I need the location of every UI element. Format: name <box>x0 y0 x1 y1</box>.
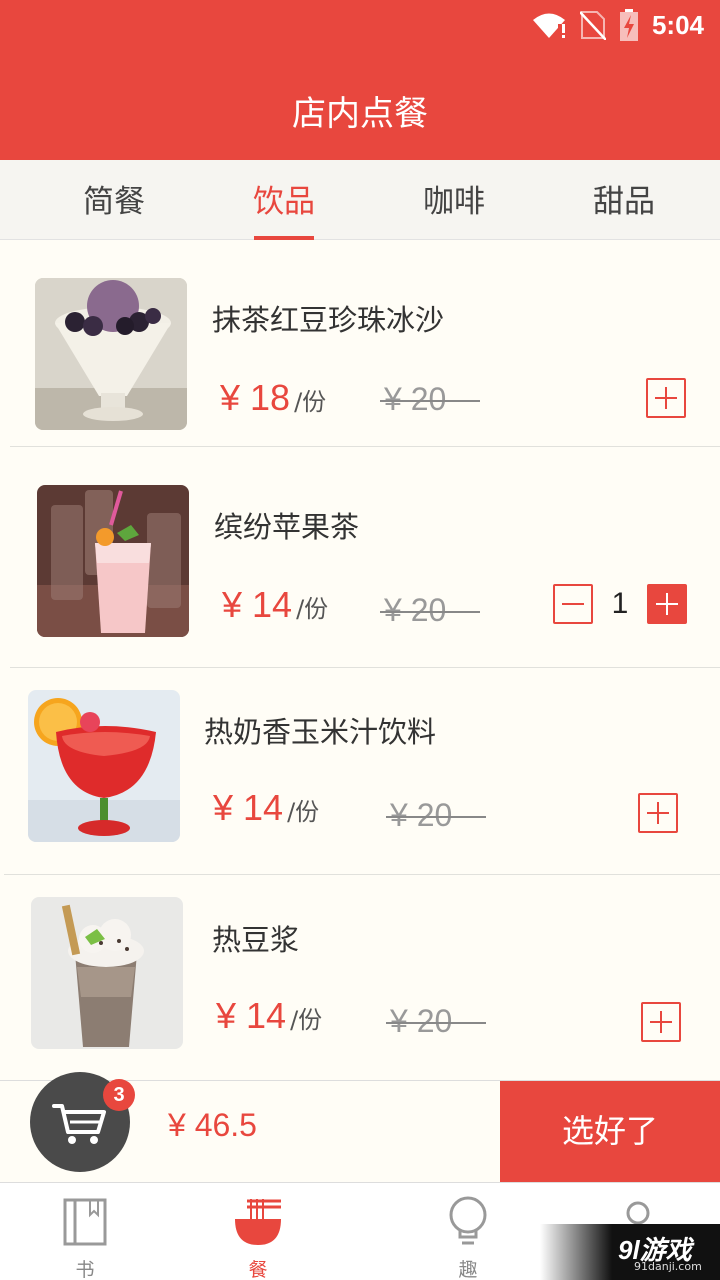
wifi-alert-icon <box>532 13 565 38</box>
list-item: 缤纷苹果茶 ¥ 14/份 ¥ 20 1 <box>0 462 720 668</box>
tab-label: 饮品 <box>253 184 315 220</box>
nav-item-book[interactable]: 书 <box>25 1183 145 1280</box>
cart-count-badge: 3 <box>103 1079 135 1111</box>
price-unit: /份 <box>296 595 329 623</box>
original-price: ¥ 20 <box>380 592 480 629</box>
price-unit: /份 <box>290 1006 323 1034</box>
original-price: ¥ 20 <box>386 1003 486 1040</box>
product-price: ¥ 14/份 <box>213 787 319 829</box>
cart-total: ¥ 46.5 <box>168 1107 257 1143</box>
tab-coffee[interactable]: 咖啡 <box>394 176 514 240</box>
divider <box>10 667 720 668</box>
nav-label: 餐 <box>248 1259 268 1280</box>
noodle-bowl-icon <box>235 1199 281 1245</box>
tab-label: 简餐 <box>83 184 145 220</box>
watermark-url: 91danji.com <box>634 1260 702 1273</box>
add-button[interactable] <box>638 793 678 833</box>
category-tabs: 简餐 饮品 咖啡 甜品 <box>0 160 720 240</box>
price-value: ¥ 18 <box>220 377 291 418</box>
quantity-value: 1 <box>611 587 629 620</box>
decrease-button[interactable] <box>553 584 593 624</box>
status-bar: 5:04 <box>532 8 704 42</box>
product-price: ¥ 14/份 <box>216 995 322 1037</box>
tab-label: 甜品 <box>593 184 655 220</box>
tab-dessert[interactable]: 甜品 <box>564 176 684 240</box>
checkout-button[interactable]: 选好了 <box>500 1081 720 1183</box>
product-price: ¥ 18/份 <box>220 377 326 419</box>
product-image[interactable] <box>28 690 180 842</box>
product-name: 抹茶红豆珍珠冰沙 <box>212 303 445 337</box>
product-image[interactable] <box>37 485 189 637</box>
list-item: 抹茶红豆珍珠冰沙 ¥ 18/份 ¥ 20 <box>0 241 720 447</box>
price-unit: /份 <box>294 388 327 416</box>
add-button[interactable] <box>641 1002 681 1042</box>
lightbulb-icon <box>449 1196 487 1245</box>
list-item: 热豆浆 ¥ 14/份 ¥ 20 <box>0 875 720 1081</box>
price-value: ¥ 14 <box>216 995 287 1036</box>
increase-button[interactable] <box>647 584 687 624</box>
nav-label: 趣 <box>458 1259 478 1280</box>
nav-item-meal[interactable]: 餐 <box>198 1183 318 1280</box>
product-image[interactable] <box>31 897 183 1049</box>
tab-simple-meal[interactable]: 简餐 <box>54 176 174 240</box>
page-title: 店内点餐 <box>292 94 428 134</box>
tab-drinks[interactable]: 饮品 <box>224 176 344 240</box>
tab-label: 咖啡 <box>423 184 485 220</box>
original-price: ¥ 20 <box>386 797 486 834</box>
book-icon <box>63 1198 107 1246</box>
price-unit: /份 <box>287 798 320 826</box>
list-item: 热奶香玉米汁饮料 ¥ 14/份 ¥ 20 <box>0 669 720 875</box>
product-name: 热奶香玉米汁饮料 <box>204 715 437 749</box>
original-price: ¥ 20 <box>380 381 480 418</box>
price-value: ¥ 14 <box>222 584 293 625</box>
product-name: 缤纷苹果茶 <box>214 510 360 544</box>
watermark: 9l游戏 91danji.com <box>540 1224 720 1280</box>
battery-charging-icon <box>619 9 638 41</box>
price-value: ¥ 14 <box>213 787 284 828</box>
add-button[interactable] <box>646 378 686 418</box>
status-time: 5:04 <box>651 9 704 40</box>
nav-label: 书 <box>75 1259 95 1280</box>
product-name: 热豆浆 <box>212 923 300 957</box>
tab-underline <box>254 236 314 240</box>
product-price: ¥ 14/份 <box>222 584 328 626</box>
nav-item-fun[interactable]: 趣 <box>408 1183 528 1280</box>
divider <box>10 446 720 447</box>
product-image[interactable] <box>35 278 187 430</box>
app-header: 5:04 店内点餐 <box>0 0 720 160</box>
no-sim-icon <box>579 11 606 40</box>
